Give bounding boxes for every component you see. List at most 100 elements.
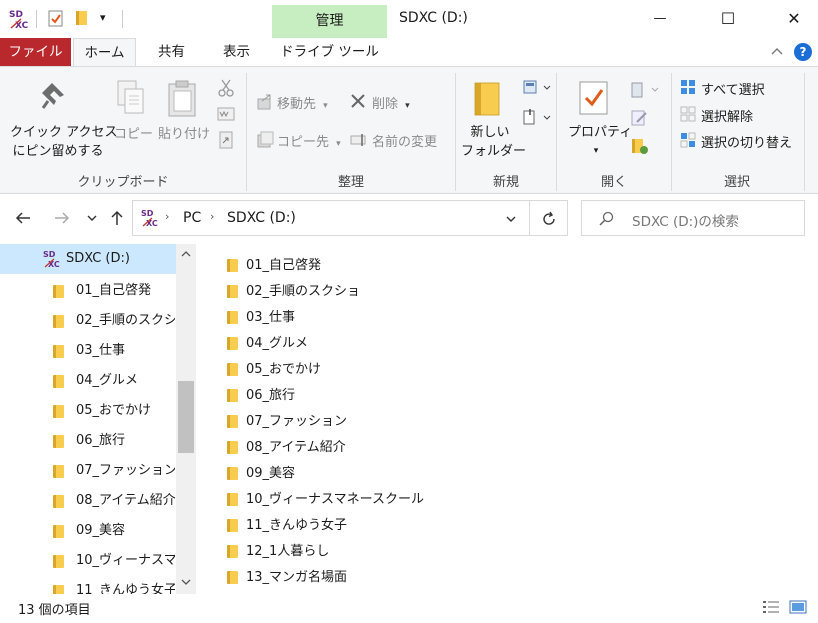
- ribbon-home: クイック アクセス にピン留めする コピー 貼り付け クリップボード 移動先 ▾…: [0, 66, 818, 194]
- history-icon[interactable]: [631, 137, 649, 155]
- tab-file[interactable]: ファイル: [0, 38, 71, 66]
- copy-to-icon: [256, 131, 274, 149]
- breadcrumb-pc[interactable]: PC: [183, 210, 201, 226]
- chevron-down-icon: ▾: [593, 146, 599, 156]
- details-view-icon[interactable]: [762, 600, 780, 614]
- search-box[interactable]: SDXC (D:)の検索: [581, 200, 805, 236]
- maximize-button[interactable]: ☐: [704, 0, 752, 38]
- folder-icon: [52, 494, 66, 509]
- folder-icon: [226, 544, 240, 559]
- delete-button[interactable]: 削除 ▾: [372, 93, 410, 112]
- nav-folder-label: 07_ファッション: [76, 463, 175, 478]
- open-group-label: 開く: [600, 175, 627, 190]
- drive-app-icon[interactable]: SD XC: [9, 8, 29, 30]
- refresh-button[interactable]: [530, 200, 568, 236]
- folder-icon: [226, 310, 240, 325]
- recent-locations-chevron-icon[interactable]: [86, 213, 98, 223]
- folder-name: 01_自己啓発: [246, 258, 322, 273]
- scrollbar-thumb[interactable]: [178, 381, 194, 453]
- chevron-down-icon: ▾: [323, 101, 328, 111]
- tab-drive-tools[interactable]: ドライブ ツール: [272, 38, 387, 66]
- folder-name: 05_おでかけ: [246, 362, 322, 377]
- nav-folder-item[interactable]: 02_手順のスクショ: [0, 306, 175, 336]
- folder-icon: [52, 464, 66, 479]
- qat-separator: [36, 10, 37, 28]
- qat-dropdown-icon[interactable]: ▾: [100, 11, 106, 24]
- properties-label: プロパティ: [568, 125, 633, 140]
- nav-folder-item[interactable]: 01_自己啓発: [0, 276, 175, 306]
- breadcrumb-chevron-icon[interactable]: ›: [165, 210, 169, 223]
- pin-label-line1: クイック アクセス: [10, 125, 118, 140]
- invert-selection-icon: [680, 132, 696, 148]
- tab-home[interactable]: ホーム: [73, 38, 136, 67]
- select-none-button[interactable]: 選択解除: [701, 106, 753, 125]
- copy-path-icon[interactable]: [217, 107, 235, 121]
- address-bar[interactable]: SD XC › PC › SDXC (D:): [132, 200, 530, 236]
- new-folder-button[interactable]: 新しい フォルダー: [461, 123, 526, 161]
- close-button[interactable]: ✕: [770, 0, 818, 38]
- cut-icon[interactable]: [218, 79, 234, 97]
- edit-icon[interactable]: [631, 109, 649, 127]
- folder-name: 02_手順のスクショ: [246, 284, 361, 299]
- svg-text:SD: SD: [141, 209, 154, 218]
- new-item-icon[interactable]: [522, 79, 552, 97]
- nav-folder-item[interactable]: 11_きんゆう女子: [0, 576, 175, 594]
- properties-qat-icon[interactable]: [48, 10, 64, 28]
- pin-to-quick-access-button[interactable]: クイック アクセス にピン留めする: [10, 123, 118, 161]
- folder-name: 09_美容: [246, 466, 296, 481]
- folder-name: 13_マンガ名場面: [246, 570, 348, 585]
- ribbon-collapse-icon[interactable]: [770, 44, 784, 58]
- help-icon[interactable]: ?: [794, 43, 812, 61]
- nav-folder-item[interactable]: 06_旅行: [0, 426, 175, 456]
- scroll-down-icon[interactable]: [181, 578, 191, 586]
- rename-button[interactable]: 名前の変更: [372, 131, 437, 150]
- minimize-button[interactable]: —: [636, 0, 684, 38]
- nav-folder-item[interactable]: 05_おでかけ: [0, 396, 175, 426]
- scroll-up-icon[interactable]: [181, 250, 191, 258]
- new-folder-qat-icon[interactable]: [75, 10, 89, 26]
- nav-folder-item[interactable]: 09_美容: [0, 516, 175, 546]
- copy-to-button[interactable]: コピー先 ▾: [277, 131, 341, 150]
- nav-folder-label: 02_手順のスクショ: [76, 313, 175, 328]
- paste-shortcut-icon[interactable]: [219, 131, 233, 149]
- search-icon: [598, 211, 614, 227]
- move-to-button[interactable]: 移動先 ▾: [277, 93, 328, 112]
- nav-folder-item[interactable]: 04_グルメ: [0, 366, 175, 396]
- chevron-down-icon: ▾: [336, 139, 341, 149]
- title-bar: SD XC ▾ 管理 SDXC (D:) — ☐ ✕: [0, 0, 818, 38]
- nav-folder-item[interactable]: 03_仕事: [0, 336, 175, 366]
- invert-selection-button[interactable]: 選択の切り替え: [701, 132, 792, 151]
- ribbon-tab-bar: ファイル ホーム 共有 表示 ドライブ ツール ?: [0, 38, 818, 67]
- breadcrumb-chevron-icon[interactable]: ›: [210, 210, 214, 223]
- drive-icon: SD XC: [43, 249, 61, 269]
- open-icon[interactable]: [630, 81, 660, 99]
- folder-icon: [226, 336, 240, 351]
- up-button[interactable]: [109, 209, 125, 227]
- nav-scrollbar[interactable]: [176, 244, 196, 594]
- folder-icon: [52, 344, 66, 359]
- copy-to-label: コピー先: [277, 135, 330, 150]
- svg-text:XC: XC: [146, 219, 158, 228]
- select-all-icon: [680, 79, 696, 95]
- address-history-chevron-icon[interactable]: [505, 214, 517, 224]
- nav-drive-selected[interactable]: SD XC SDXC (D:): [0, 244, 176, 274]
- select-all-button[interactable]: すべて選択: [701, 79, 765, 98]
- tab-view[interactable]: 表示: [205, 38, 268, 66]
- search-placeholder: SDXC (D:)の検索: [632, 214, 739, 230]
- large-icons-view-icon[interactable]: [789, 599, 807, 615]
- properties-button[interactable]: プロパティ ▾: [568, 123, 633, 161]
- nav-folder-item[interactable]: 08_アイテム紹介: [0, 486, 175, 516]
- clipboard-group-label: クリップボード: [77, 175, 169, 190]
- back-button[interactable]: [14, 210, 32, 226]
- forward-button[interactable]: [53, 210, 71, 226]
- new-folder-label-line1: 新しい: [470, 125, 510, 140]
- folder-name: 08_アイテム紹介: [246, 440, 346, 455]
- nav-folder-label: 05_おでかけ: [76, 403, 152, 418]
- nav-folder-item[interactable]: 07_ファッション: [0, 456, 175, 486]
- paste-button[interactable]: 貼り付け: [158, 123, 210, 142]
- nav-folder-item[interactable]: 10_ヴィーナスマネースクール: [0, 546, 175, 576]
- breadcrumb-drive[interactable]: SDXC (D:): [227, 210, 296, 226]
- tab-share[interactable]: 共有: [140, 38, 203, 66]
- copy-button[interactable]: コピー: [114, 123, 153, 142]
- easy-access-icon[interactable]: [522, 109, 552, 127]
